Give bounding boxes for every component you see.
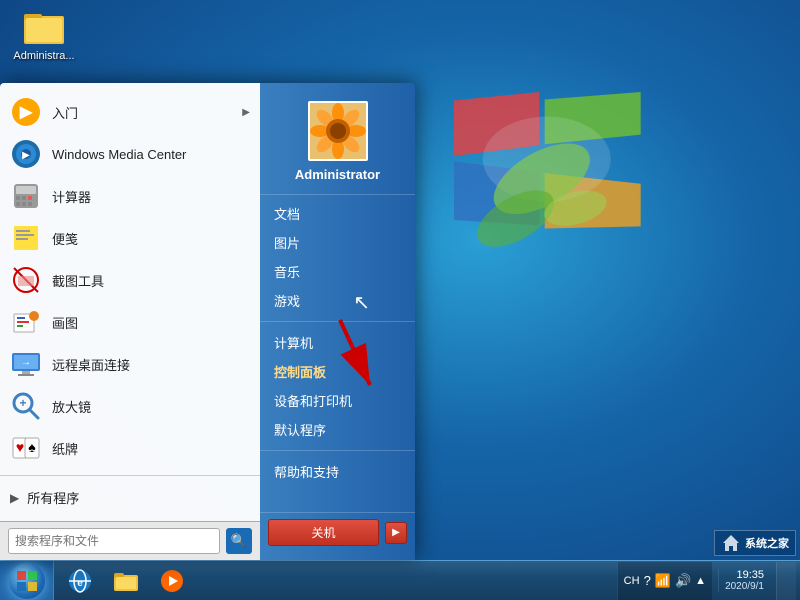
shutdown-bar: 关机 ▶ [260,512,415,552]
right-separator-2 [260,450,415,451]
windows-logo [390,60,710,380]
username: Administrator [295,167,380,182]
taskbar-apps: e [58,563,194,599]
tray-icon-up[interactable]: ▲ [695,575,706,587]
calculator-icon [10,180,42,212]
start-item-notepad[interactable]: 便笺 [0,217,260,259]
search-button[interactable]: 🔍 [226,528,252,554]
magnifier-label: 放大镜 [52,397,91,416]
taskbar-right: CH ? 📶 🔊 ▲ 19:35 2020/9/1 [617,562,800,600]
start-orb [9,563,45,599]
getting-started-icon: ▶ [10,96,42,128]
desktop-icon-label: Administra... [13,50,74,62]
right-item-default-programs[interactable]: 默认程序 [260,415,415,444]
site-badge: 系统之家 [714,530,796,556]
start-item-paint[interactable]: 画图 [0,301,260,343]
solitaire-icon: ♥ ♠ [10,432,42,464]
start-separator [0,475,260,476]
start-item-getting-started[interactable]: ▶ 入门 ▶ [0,91,260,133]
annotation-arrow [310,310,390,415]
paint-label: 画图 [52,313,78,332]
system-tray: CH ? 📶 🔊 ▲ [617,562,712,600]
svg-text:→: → [21,357,31,368]
language-indicator: CH [624,575,640,587]
svg-text:+: + [19,396,26,410]
tray-icon-volume: 🔊 [675,573,691,589]
svg-text:♠: ♠ [28,439,36,455]
sticky-label: 便笺 [52,229,78,248]
right-item-help[interactable]: 帮助和支持 [260,457,415,486]
user-avatar [308,101,368,161]
start-menu-left: ▶ 入门 ▶ ▶ Wi [0,83,260,560]
right-item-pictures[interactable]: 图片 [260,228,415,257]
svg-text:♥: ♥ [16,439,24,455]
shutdown-button[interactable]: 关机 [268,519,379,546]
user-header: Administrator [260,91,415,195]
sticky-notes-icon [10,222,42,254]
paint-icon [10,306,42,338]
start-item-calculator[interactable]: 计算器 [0,175,260,217]
taskbar-app-mediaplayer[interactable] [150,563,194,599]
all-programs[interactable]: ▶ 所有程序 [0,482,260,513]
taskbar-app-ie[interactable]: e [58,563,102,599]
submenu-arrow: ▶ [242,107,250,118]
clock-time: 19:35 [725,569,764,581]
search-input[interactable] [8,528,220,554]
magnifier-icon: + [10,390,42,422]
all-programs-label: 所有程序 [27,488,79,507]
start-button[interactable] [0,561,54,600]
calculator-label: 计算器 [52,187,91,206]
folder-icon [24,8,64,48]
svg-text:e: e [77,578,83,589]
desktop: Administra... ↖ ▶ [0,0,800,600]
snipping-label: 截图工具 [52,271,104,290]
watermark-text: 系统之家 [745,535,789,551]
tray-icon-question[interactable]: ? [644,573,651,588]
tray-icon-network: 📶 [655,573,671,589]
show-desktop-button[interactable] [776,562,796,600]
start-item-wmc[interactable]: ▶ Windows Media Center [0,133,260,175]
remote-desktop-icon: → [10,348,42,380]
taskbar: e CH ? 📶 [0,560,800,600]
wmc-label: Windows Media Center [52,147,186,162]
snipping-icon [10,264,42,296]
shutdown-arrow-button[interactable]: ▶ [385,522,407,544]
desktop-icon-administrator[interactable]: Administra... [8,8,80,62]
right-item-documents[interactable]: 文档 [260,199,415,228]
right-item-music[interactable]: 音乐 [260,257,415,286]
wmc-icon: ▶ [10,138,42,170]
getting-started-label: 入门 [52,103,78,122]
home-icon [721,533,741,553]
remote-label: 远程桌面连接 [52,355,130,374]
clock-area[interactable]: 19:35 2020/9/1 [718,569,770,592]
start-item-snipping[interactable]: 截图工具 [0,259,260,301]
solitaire-label: 纸牌 [52,439,78,458]
taskbar-app-explorer[interactable] [104,563,148,599]
start-menu-items: ▶ 入门 ▶ ▶ Wi [0,83,260,521]
start-item-solitaire[interactable]: ♥ ♠ 纸牌 [0,427,260,469]
start-item-magnifier[interactable]: + 放大镜 [0,385,260,427]
svg-text:▶: ▶ [22,150,30,161]
start-search-bar: 🔍 [0,521,260,560]
svg-text:▶: ▶ [19,104,33,121]
clock-date: 2020/9/1 [725,581,764,592]
watermark-area: 系统之家 [714,530,796,556]
start-item-remote[interactable]: → 远程桌面连接 [0,343,260,385]
